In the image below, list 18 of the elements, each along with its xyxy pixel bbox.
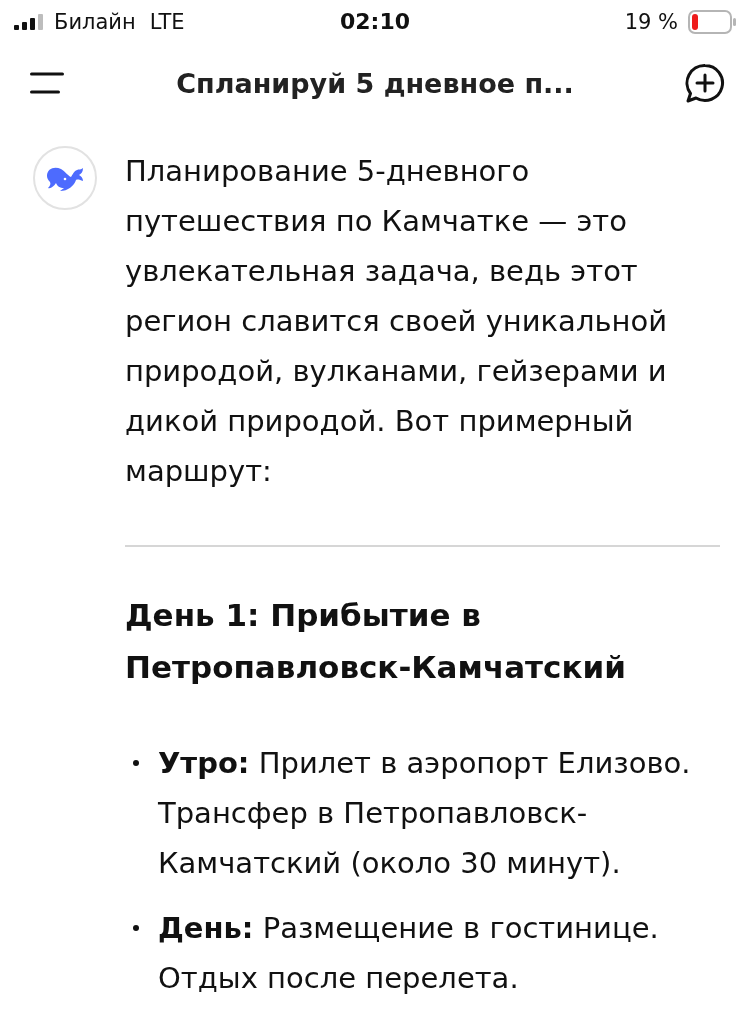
new-chat-icon bbox=[684, 63, 726, 103]
menu-button[interactable] bbox=[30, 72, 64, 94]
assistant-avatar-icon bbox=[33, 146, 97, 210]
signal-icon bbox=[14, 14, 44, 30]
menu-icon bbox=[30, 72, 64, 94]
intro-paragraph: Планирование 5-дневного путешествия по Камчатке — это увлекательная задача, ведь этот регион славится своей уникальной природой, вулканами, гейзерами и дикой природой. Вот примерный маршрут: bbox=[125, 153, 669, 490]
clock: 02:10 bbox=[340, 11, 410, 33]
itinerary-item: День: Размещение в гостинице. Отдых после перелета. bbox=[158, 910, 660, 997]
itinerary-item: Утро: Прилет в аэропорт Елизово. Трансфер в Петропавловск-Камчатский (около 30 минут). bbox=[158, 745, 692, 882]
carrier-name: Билайн bbox=[54, 11, 136, 33]
day-heading: День 1: Прибытие в Петропавловск-Камчатский bbox=[125, 596, 627, 687]
battery-percentage: 19 % bbox=[624, 11, 678, 33]
new-chat-button[interactable] bbox=[684, 63, 726, 103]
network-type: LTE bbox=[149, 11, 185, 33]
bullet-icon bbox=[133, 925, 139, 931]
bullet-icon bbox=[133, 760, 139, 766]
chat-title: Спланируй 5 дневное п... bbox=[176, 69, 574, 97]
battery-icon bbox=[688, 10, 736, 34]
